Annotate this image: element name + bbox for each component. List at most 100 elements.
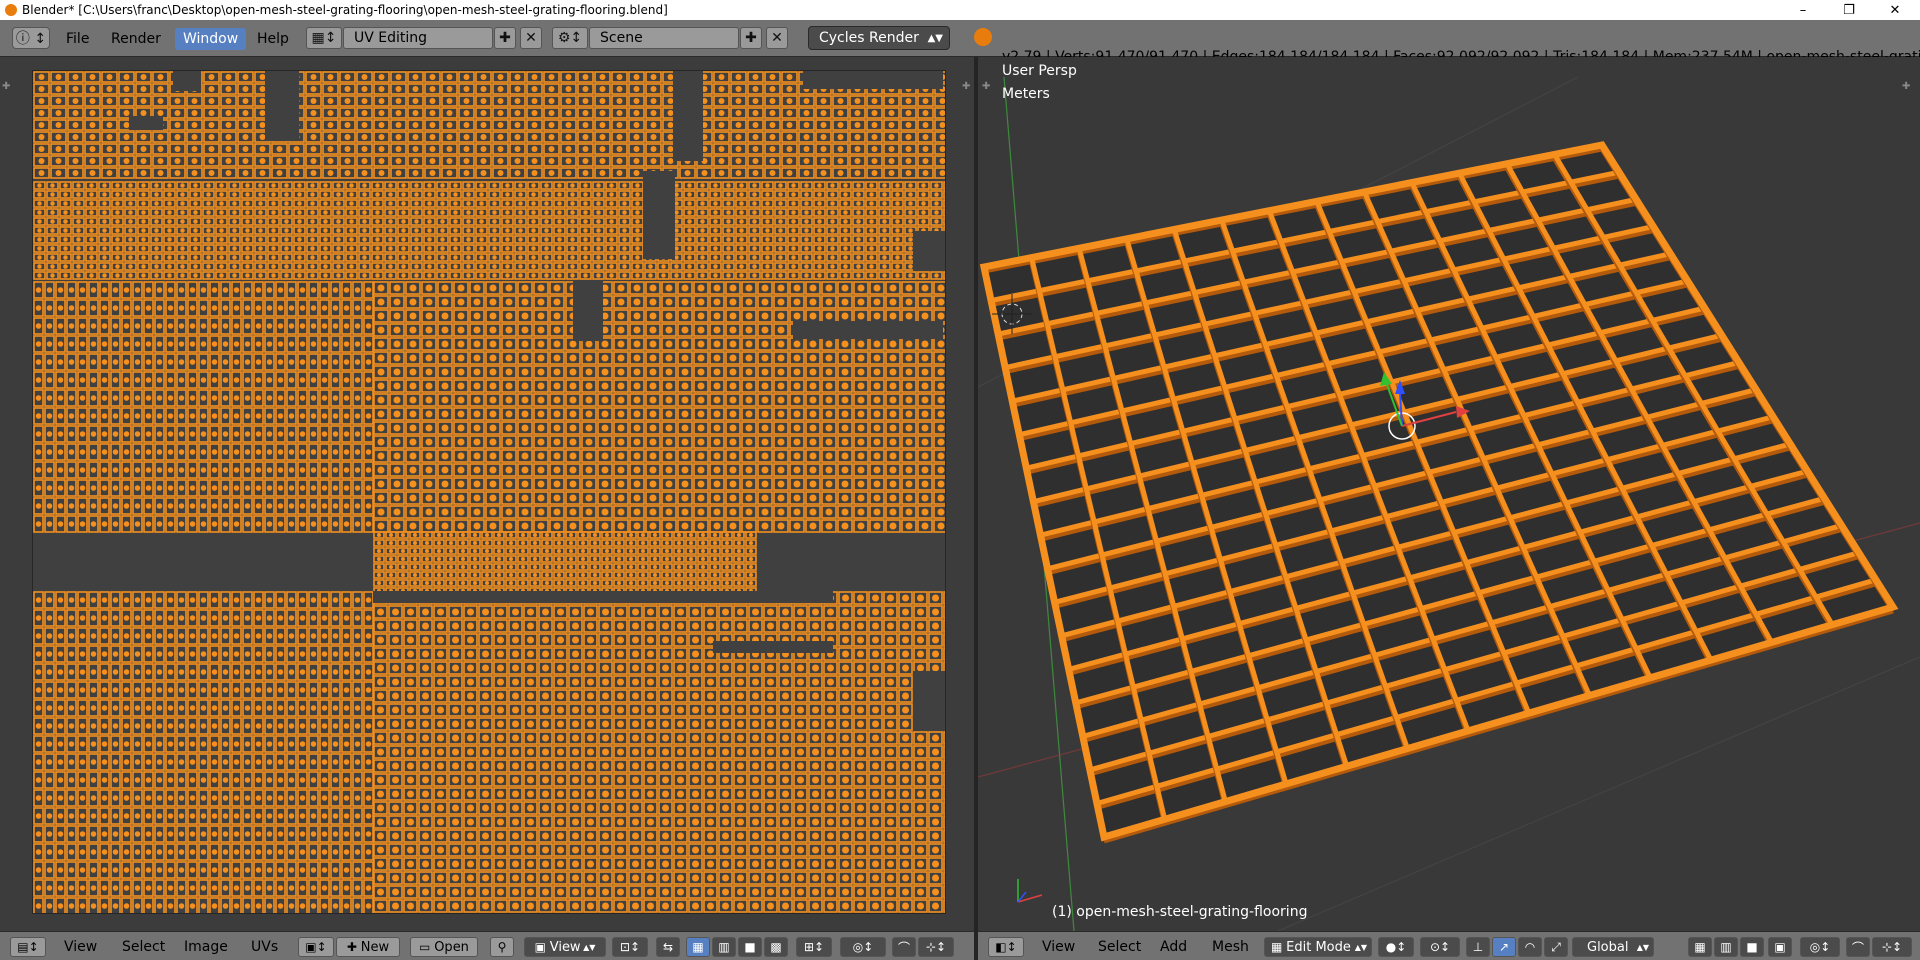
restore-button[interactable]: ❐ — [1826, 0, 1872, 20]
manipulator-toggle-button[interactable]: ⊥ — [1466, 937, 1490, 957]
edge-select-icon: ▥ — [1720, 940, 1732, 954]
snap-toggle-button[interactable]: ⌒ — [892, 937, 916, 957]
sticky-icon: ⊞↕ — [803, 940, 825, 954]
uv-menu-view[interactable]: View — [64, 938, 97, 956]
view3d-icon: ◧↕ — [995, 940, 1017, 954]
island-select-icon: ▩ — [770, 940, 782, 954]
close-button[interactable]: ✕ — [1872, 0, 1918, 20]
dropdown-arrows-icon: ▲▼ — [927, 32, 943, 44]
window-titlebar: Blender* [C:\Users\franc\Desktop\open-me… — [0, 0, 1920, 20]
scale-manipulator-button[interactable]: ⤢ — [1544, 937, 1568, 957]
sync-icon: ⇆ — [662, 940, 674, 954]
screen-layout-field[interactable]: UV Editing — [343, 27, 493, 49]
uv-menu-uvs[interactable]: UVs — [251, 938, 278, 956]
sticky-mode-dropdown[interactable]: ⊞↕ — [796, 937, 832, 957]
toolshelf-toggle-icon[interactable]: ✚ — [2, 81, 10, 92]
view-mode-dropdown[interactable]: ▣ View ▲▼ — [524, 937, 606, 957]
3d-viewport[interactable]: User Persp Meters (1) open-mesh-steel-gr… — [978, 57, 1920, 931]
menu-window[interactable]: Window — [175, 28, 247, 50]
blender-logo-icon — [974, 28, 992, 46]
layout-icon: ▦↕ — [311, 30, 337, 46]
pin-image-button[interactable]: ⚲ — [490, 937, 514, 957]
render-engine-dropdown[interactable]: Cycles Render ▲▼ — [808, 26, 950, 50]
scene-field[interactable]: Scene — [589, 27, 739, 49]
image-browse-button[interactable]: ▣↕ — [298, 937, 334, 957]
scale-icon: ⤢ — [1551, 939, 1561, 954]
edge-select-icon: ▥ — [718, 940, 730, 954]
snap-element-dropdown[interactable]: ⊹↕ — [1872, 937, 1912, 957]
mode-dropdown[interactable]: ▦ Edit Mode ▲▼ — [1264, 937, 1372, 957]
minimize-button[interactable]: – — [1780, 0, 1826, 20]
active-object-label: (1) open-mesh-steel-grating-flooring — [1052, 904, 1308, 920]
view-icon: ▣ — [534, 940, 550, 954]
add-scene-button[interactable]: ✚ — [740, 27, 762, 49]
scene-browse-button[interactable]: ⚙↕ — [552, 27, 588, 49]
menu-file[interactable]: File — [58, 28, 97, 50]
properties-toggle-icon[interactable]: ✚ — [962, 81, 970, 92]
snap-icon: ⌒ — [897, 940, 910, 955]
properties-toggle-icon[interactable]: ✚ — [1902, 81, 1910, 92]
snap-toggle-button[interactable]: ⌒ — [1846, 937, 1870, 957]
editor-type-button[interactable]: ◧↕ — [988, 937, 1024, 957]
rotate-icon: ◠ — [1524, 940, 1536, 954]
vertex-select-icon: ▦ — [1694, 940, 1706, 954]
uv-editor-header: ▤↕ View Select Image UVs ▣↕ ✚ New ▭ Open… — [0, 931, 974, 960]
proportional-icon: ◎↕ — [1809, 940, 1831, 954]
plus-icon: ✚ — [499, 30, 511, 46]
face-select-button[interactable]: ■ — [1740, 937, 1764, 957]
new-image-button[interactable]: ✚ New — [336, 937, 400, 957]
uv-layout-canvas[interactable] — [32, 70, 946, 914]
pivot-dropdown[interactable]: ⊡↕ — [612, 937, 648, 957]
proportional-edit-dropdown[interactable]: ◎↕ — [1800, 937, 1840, 957]
proportional-icon: ◎↕ — [852, 940, 874, 954]
island-select-button[interactable]: ▩ — [764, 937, 788, 957]
uv-editor-icon: ▤↕ — [17, 940, 39, 954]
window-title: Blender* [C:\Users\franc\Desktop\open-me… — [22, 3, 668, 17]
vertex-select-button[interactable]: ▦ — [686, 937, 710, 957]
view3d-menu-add[interactable]: Add — [1160, 938, 1187, 956]
sync-selection-button[interactable]: ⇆ — [656, 937, 680, 957]
snap-element-dropdown[interactable]: ⊹↕ — [918, 937, 954, 957]
edit-mode-icon: ▦ — [1271, 940, 1287, 954]
x-icon: ✕ — [525, 30, 537, 46]
face-select-button[interactable]: ■ — [738, 937, 762, 957]
menu-help[interactable]: Help — [249, 28, 297, 50]
add-screen-button[interactable]: ✚ — [494, 27, 516, 49]
screen-layout-browse-button[interactable]: ▦↕ — [306, 27, 342, 49]
editor-type-button[interactable]: ▤↕ — [10, 937, 46, 957]
plus-icon: ✚ — [745, 30, 757, 46]
view3d-menu-view[interactable]: View — [1042, 938, 1075, 956]
delete-screen-button[interactable]: ✕ — [520, 27, 542, 49]
orientation-dropdown[interactable]: Global ▲▼ — [1572, 937, 1654, 957]
render-engine-label: Cycles Render — [819, 30, 919, 46]
vertex-select-button[interactable]: ▦ — [1688, 937, 1712, 957]
editor-type-info-button[interactable]: ⓘ ↕ — [12, 27, 50, 49]
folder-icon: ▭ — [419, 940, 435, 954]
blender-logo-icon — [5, 4, 17, 16]
translate-manipulator-button[interactable]: ↗ — [1492, 937, 1516, 957]
shading-icon: ●↕ — [1385, 940, 1407, 954]
menu-render[interactable]: Render — [103, 28, 169, 50]
plus-icon: ✚ — [346, 940, 361, 954]
mesh-grating — [978, 76, 1920, 931]
rotate-manipulator-button[interactable]: ◠ — [1518, 937, 1542, 957]
x-icon: ✕ — [771, 30, 783, 46]
uv-menu-select[interactable]: Select — [122, 938, 165, 956]
magnet-icon: ⌒ — [1851, 940, 1864, 955]
view3d-menu-mesh[interactable]: Mesh — [1212, 938, 1249, 956]
view3d-menu-select[interactable]: Select — [1098, 938, 1141, 956]
edge-select-button[interactable]: ▥ — [1714, 937, 1738, 957]
occlude-geometry-button[interactable]: ▣ — [1768, 937, 1792, 957]
toolshelf-toggle-icon[interactable]: ✚ — [982, 81, 990, 92]
delete-scene-button[interactable]: ✕ — [766, 27, 788, 49]
open-image-button[interactable]: ▭ Open — [410, 937, 478, 957]
snap-element-icon: ⊹↕ — [925, 940, 947, 954]
edge-select-button[interactable]: ▥ — [712, 937, 736, 957]
uv-menu-image[interactable]: Image — [184, 938, 228, 956]
manipulator-icon: ⊥ — [1472, 940, 1484, 954]
pin-icon: ⚲ — [497, 940, 507, 954]
pivot-dropdown[interactable]: ⊙↕ — [1420, 937, 1460, 957]
shading-dropdown[interactable]: ●↕ — [1378, 937, 1414, 957]
snap-element-icon: ⊹↕ — [1881, 940, 1903, 954]
proportional-edit-dropdown[interactable]: ◎↕ — [840, 937, 886, 957]
